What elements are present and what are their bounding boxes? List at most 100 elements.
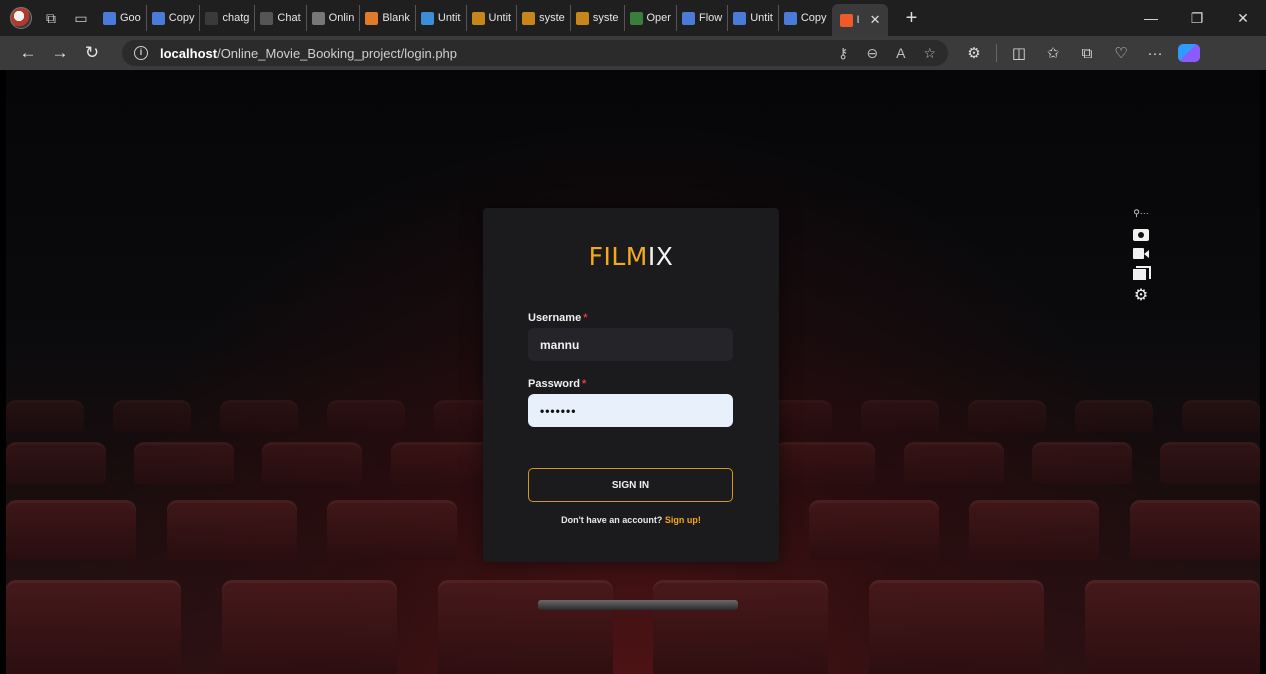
tab-label: Chat: [277, 12, 301, 24]
profile-button[interactable]: [6, 4, 36, 32]
forward-button[interactable]: →: [44, 39, 76, 67]
tab-favicon-icon: [151, 11, 165, 25]
window-controls: — ❐ ✕: [1128, 0, 1266, 36]
seat: [134, 442, 235, 484]
signup-prompt-text: Don't have an account?: [561, 515, 663, 525]
brand-logo: FILMIX: [483, 242, 779, 271]
tab-label: Goo: [120, 12, 141, 24]
favorite-star-icon[interactable]: ☆: [923, 45, 936, 62]
browser-tab[interactable]: Chat: [254, 5, 305, 31]
seat: [6, 580, 181, 674]
password-input[interactable]: [528, 394, 733, 427]
key-icon[interactable]: ⚷: [838, 45, 848, 62]
tab-favicon-icon: [205, 11, 219, 25]
sign-up-link[interactable]: Sign up!: [665, 515, 701, 525]
url-host: localhost: [160, 45, 218, 61]
browser-tab[interactable]: Untit: [727, 5, 778, 31]
tab-label: Blank: [382, 12, 410, 24]
browser-tab[interactable]: Untit: [465, 5, 517, 31]
browser-tab[interactable]: chatg: [199, 5, 254, 31]
browser-tab-active[interactable]: I ✕: [831, 4, 889, 36]
seat: [1181, 400, 1260, 432]
tab-favicon-icon: [783, 11, 797, 25]
close-window-button[interactable]: ✕: [1220, 0, 1266, 36]
tab-favicon-icon: [733, 11, 747, 25]
seat: [327, 500, 458, 560]
seat: [969, 500, 1100, 560]
workspaces-icon[interactable]: ⧉: [36, 4, 66, 32]
refresh-button[interactable]: ↻: [76, 39, 108, 67]
tab-actions-icon[interactable]: ▭: [66, 4, 96, 32]
health-icon[interactable]: ♡: [1105, 39, 1137, 67]
seat: [775, 442, 876, 484]
brand-rest: IX: [647, 242, 674, 271]
read-aloud-icon[interactable]: A: [896, 45, 905, 62]
browser-tab[interactable]: syste: [569, 5, 624, 31]
tab-label: syste: [539, 12, 565, 24]
tab-favicon-icon: [839, 13, 853, 27]
tab-list: Goo Copy chatg Chat Onlin Blank Untit Untit syst…: [98, 0, 889, 36]
collections-icon[interactable]: ⧉: [1071, 39, 1103, 67]
signup-prompt: Don't have an account? Sign up!: [483, 515, 779, 525]
seat: [326, 400, 405, 432]
username-label: Username *: [528, 312, 587, 324]
extensions-icon[interactable]: ⚙: [958, 39, 990, 67]
seat: [6, 500, 136, 560]
sign-in-button[interactable]: SIGN IN: [528, 468, 733, 502]
tab-label: Onlin: [328, 12, 355, 24]
split-screen-icon[interactable]: ◫: [1003, 39, 1035, 67]
brand-accent: FILM: [588, 242, 648, 271]
seat: [112, 400, 191, 432]
browser-tab[interactable]: Copy: [777, 5, 832, 31]
layers-icon[interactable]: [1133, 266, 1151, 280]
seat: [903, 442, 1004, 484]
tab-favicon-icon: [311, 11, 325, 25]
browser-tab[interactable]: Onlin: [305, 5, 360, 31]
seat: [869, 580, 1045, 674]
tab-favicon-icon: [575, 11, 589, 25]
page-viewport: ⚲··· ⚙ FILMIX Username* Password* SIGN I…: [6, 70, 1260, 674]
required-mark: *: [581, 378, 587, 390]
browser-tab[interactable]: Copy: [145, 5, 200, 31]
tab-favicon-icon: [103, 11, 116, 25]
back-button[interactable]: ←: [12, 39, 44, 67]
settings-gear-icon[interactable]: ⚙: [1134, 287, 1148, 305]
address-bar[interactable]: i localhost/Online_Movie_Booking_project…: [122, 40, 948, 66]
more-menu-icon[interactable]: ···: [1139, 39, 1171, 67]
zoom-out-icon[interactable]: ⊖: [866, 45, 878, 62]
browser-tab[interactable]: Oper: [623, 5, 676, 31]
camera-icon[interactable]: [1133, 229, 1149, 241]
tab-favicon-icon: [365, 11, 379, 25]
video-icon[interactable]: [1133, 248, 1149, 259]
seat: [1159, 442, 1260, 484]
browser-tab[interactable]: Untit: [414, 5, 466, 31]
restore-button[interactable]: ❐: [1174, 0, 1220, 36]
username-label-text: Username: [528, 312, 582, 324]
tab-favicon-icon: [522, 11, 536, 25]
password-label-text: Password: [528, 378, 580, 390]
browser-tab[interactable]: Flow: [675, 5, 727, 31]
tab-label: I: [856, 14, 860, 26]
seat-row: [6, 580, 1260, 674]
floating-tools: ⚲··· ⚙: [1130, 204, 1152, 305]
seat: [861, 400, 940, 432]
tab-label: Untit: [437, 12, 461, 24]
seat: [1084, 580, 1260, 674]
browser-tab[interactable]: Blank: [359, 5, 415, 31]
seat: [1075, 400, 1154, 432]
tab-favicon-icon: [681, 11, 695, 25]
minimize-button[interactable]: —: [1128, 0, 1174, 36]
tab-favicon-icon: [420, 11, 434, 25]
new-tab-button[interactable]: +: [898, 7, 924, 30]
site-info-icon[interactable]: i: [134, 46, 148, 60]
seat: [1129, 500, 1260, 560]
browser-toolbar: ← → ↻ i localhost/Online_Movie_Booking_p…: [0, 36, 1266, 70]
browser-tab[interactable]: syste: [516, 5, 570, 31]
favorites-icon[interactable]: ✩: [1037, 39, 1069, 67]
username-input[interactable]: [528, 328, 733, 361]
seat: [6, 400, 84, 432]
pin-icon[interactable]: ⚲···: [1133, 204, 1149, 222]
copilot-button[interactable]: [1173, 39, 1205, 67]
tab-close-icon[interactable]: ✕: [870, 12, 881, 28]
browser-tab[interactable]: Goo: [98, 5, 146, 31]
